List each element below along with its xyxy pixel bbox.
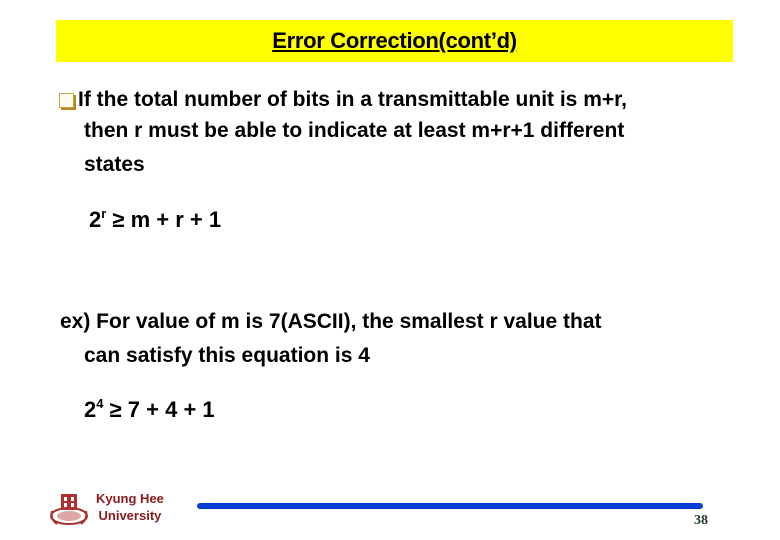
example-formula: 24 ≥ 7 + 4 + 1 bbox=[84, 396, 215, 423]
slide-title: Error Correction(cont’d) bbox=[272, 28, 517, 53]
university-name-line-1: Kyung Hee bbox=[96, 491, 164, 506]
bullet-line-1: If the total number of bits in a transmi… bbox=[78, 88, 627, 111]
square-bullet-icon bbox=[59, 93, 74, 108]
page-number: 38 bbox=[694, 513, 708, 528]
example-line-1: ex) For value of m is 7(ASCII), the smal… bbox=[60, 310, 602, 333]
example-formula-rhs: ≥ 7 + 4 + 1 bbox=[103, 397, 215, 422]
university-crest-icon bbox=[49, 491, 89, 527]
university-name: Kyung Hee University bbox=[96, 490, 164, 524]
inequality-formula: 2r ≥ m + r + 1 bbox=[89, 206, 221, 233]
bullet-line-2: then r must be able to indicate at least… bbox=[84, 119, 625, 142]
university-name-line-2: University bbox=[98, 508, 162, 523]
example-formula-base: 2 bbox=[84, 397, 97, 422]
example-line-2: can satisfy this equation is 4 bbox=[84, 344, 370, 367]
footer-divider bbox=[197, 503, 703, 509]
title-bar: Error Correction(cont’d) bbox=[56, 20, 733, 62]
bullet-line-3: states bbox=[84, 153, 145, 176]
formula-base: 2 bbox=[89, 207, 102, 232]
formula-rhs: ≥ m + r + 1 bbox=[106, 207, 222, 232]
